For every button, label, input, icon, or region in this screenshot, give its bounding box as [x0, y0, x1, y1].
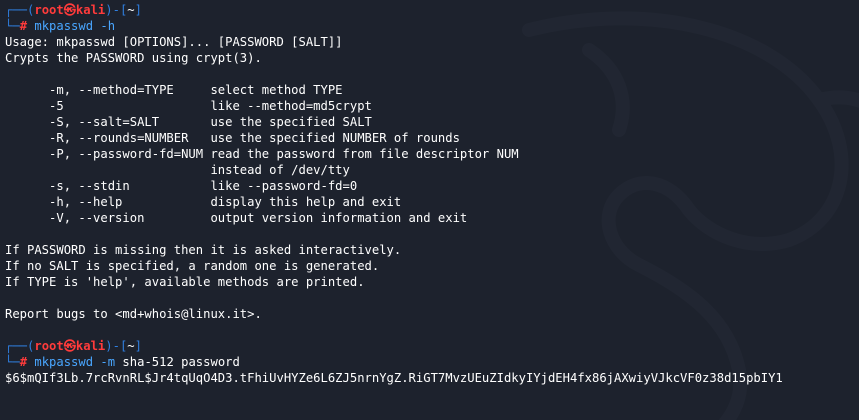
prompt-line: ┌──(root㉿kali)-[~] — [5, 338, 859, 354]
command-text: mkpasswd -h — [27, 19, 116, 33]
prompt-hash: # — [19, 19, 28, 33]
output-line: If PASSWORD is missing then it is asked … — [5, 243, 402, 257]
hash-output-line: $6$mQIf3Lb.7rcRvnRL$Jr4tqUqO4D3.tFhiUvHY… — [5, 371, 783, 385]
prompt-cwd: ~ — [127, 339, 135, 353]
prompt-frame-open: ┌──( — [5, 339, 35, 353]
output-line: -P, --password-fd=NUM read the password … — [5, 147, 519, 161]
prompt-at-symbol: ㉿ — [63, 339, 76, 353]
output-line: If no SALT is specified, a random one is… — [5, 259, 380, 273]
output-line: Report bugs to <md+whois@linux.it>. — [5, 307, 262, 321]
prompt-frame-open: ┌──( — [5, 3, 35, 17]
command-line: └─# mkpasswd -h — [5, 18, 859, 34]
prompt-frame-close: ] — [134, 339, 142, 353]
prompt-line2-prefix: └─ — [5, 355, 20, 369]
prompt-frame-close: ] — [134, 3, 142, 17]
output-line: Usage: mkpasswd [OPTIONS]... [PASSWORD [… — [5, 35, 343, 49]
output-line: -S, --salt=SALT use the specified SALT — [5, 115, 372, 129]
output-line: -V, --version output version information… — [5, 211, 468, 225]
prompt-host: kali — [75, 3, 106, 17]
prompt-frame-mid: )-[ — [105, 339, 128, 353]
command-name: mkpasswd — [27, 355, 94, 369]
command-args: sha-512 password — [115, 355, 240, 369]
prompt-line: ┌──(root㉿kali)-[~] — [5, 2, 859, 18]
output-line: If TYPE is 'help', available methods are… — [5, 275, 365, 289]
output-line: -R, --rounds=NUMBER use the specified NU… — [5, 131, 460, 145]
output-line: Crypts the PASSWORD using crypt(3). — [5, 51, 262, 65]
command-flag: -m — [93, 355, 116, 369]
output-line: -h, --help display this help and exit — [5, 195, 402, 209]
prompt-user: root — [34, 3, 64, 17]
output-line: -5 like --method=md5crypt — [5, 99, 372, 113]
prompt-hash: # — [19, 355, 28, 369]
prompt-line2-prefix: └─ — [5, 19, 20, 33]
terminal-output: ┌──(root㉿kali)-[~] └─# mkpasswd -h Usage… — [5, 2, 859, 401]
prompt-user: root — [34, 339, 64, 353]
command-line: └─# mkpasswd -m sha-512 password — [5, 354, 859, 370]
prompt-host: kali — [75, 339, 106, 353]
output-line: -s, --stdin like --password-fd=0 — [5, 179, 358, 193]
output-line: instead of /dev/tty — [5, 163, 350, 177]
prompt-frame-mid: )-[ — [105, 3, 128, 17]
prompt-at-symbol: ㉿ — [63, 3, 76, 17]
prompt-cwd: ~ — [127, 3, 135, 17]
output-line: -m, --method=TYPE select method TYPE — [5, 83, 343, 97]
